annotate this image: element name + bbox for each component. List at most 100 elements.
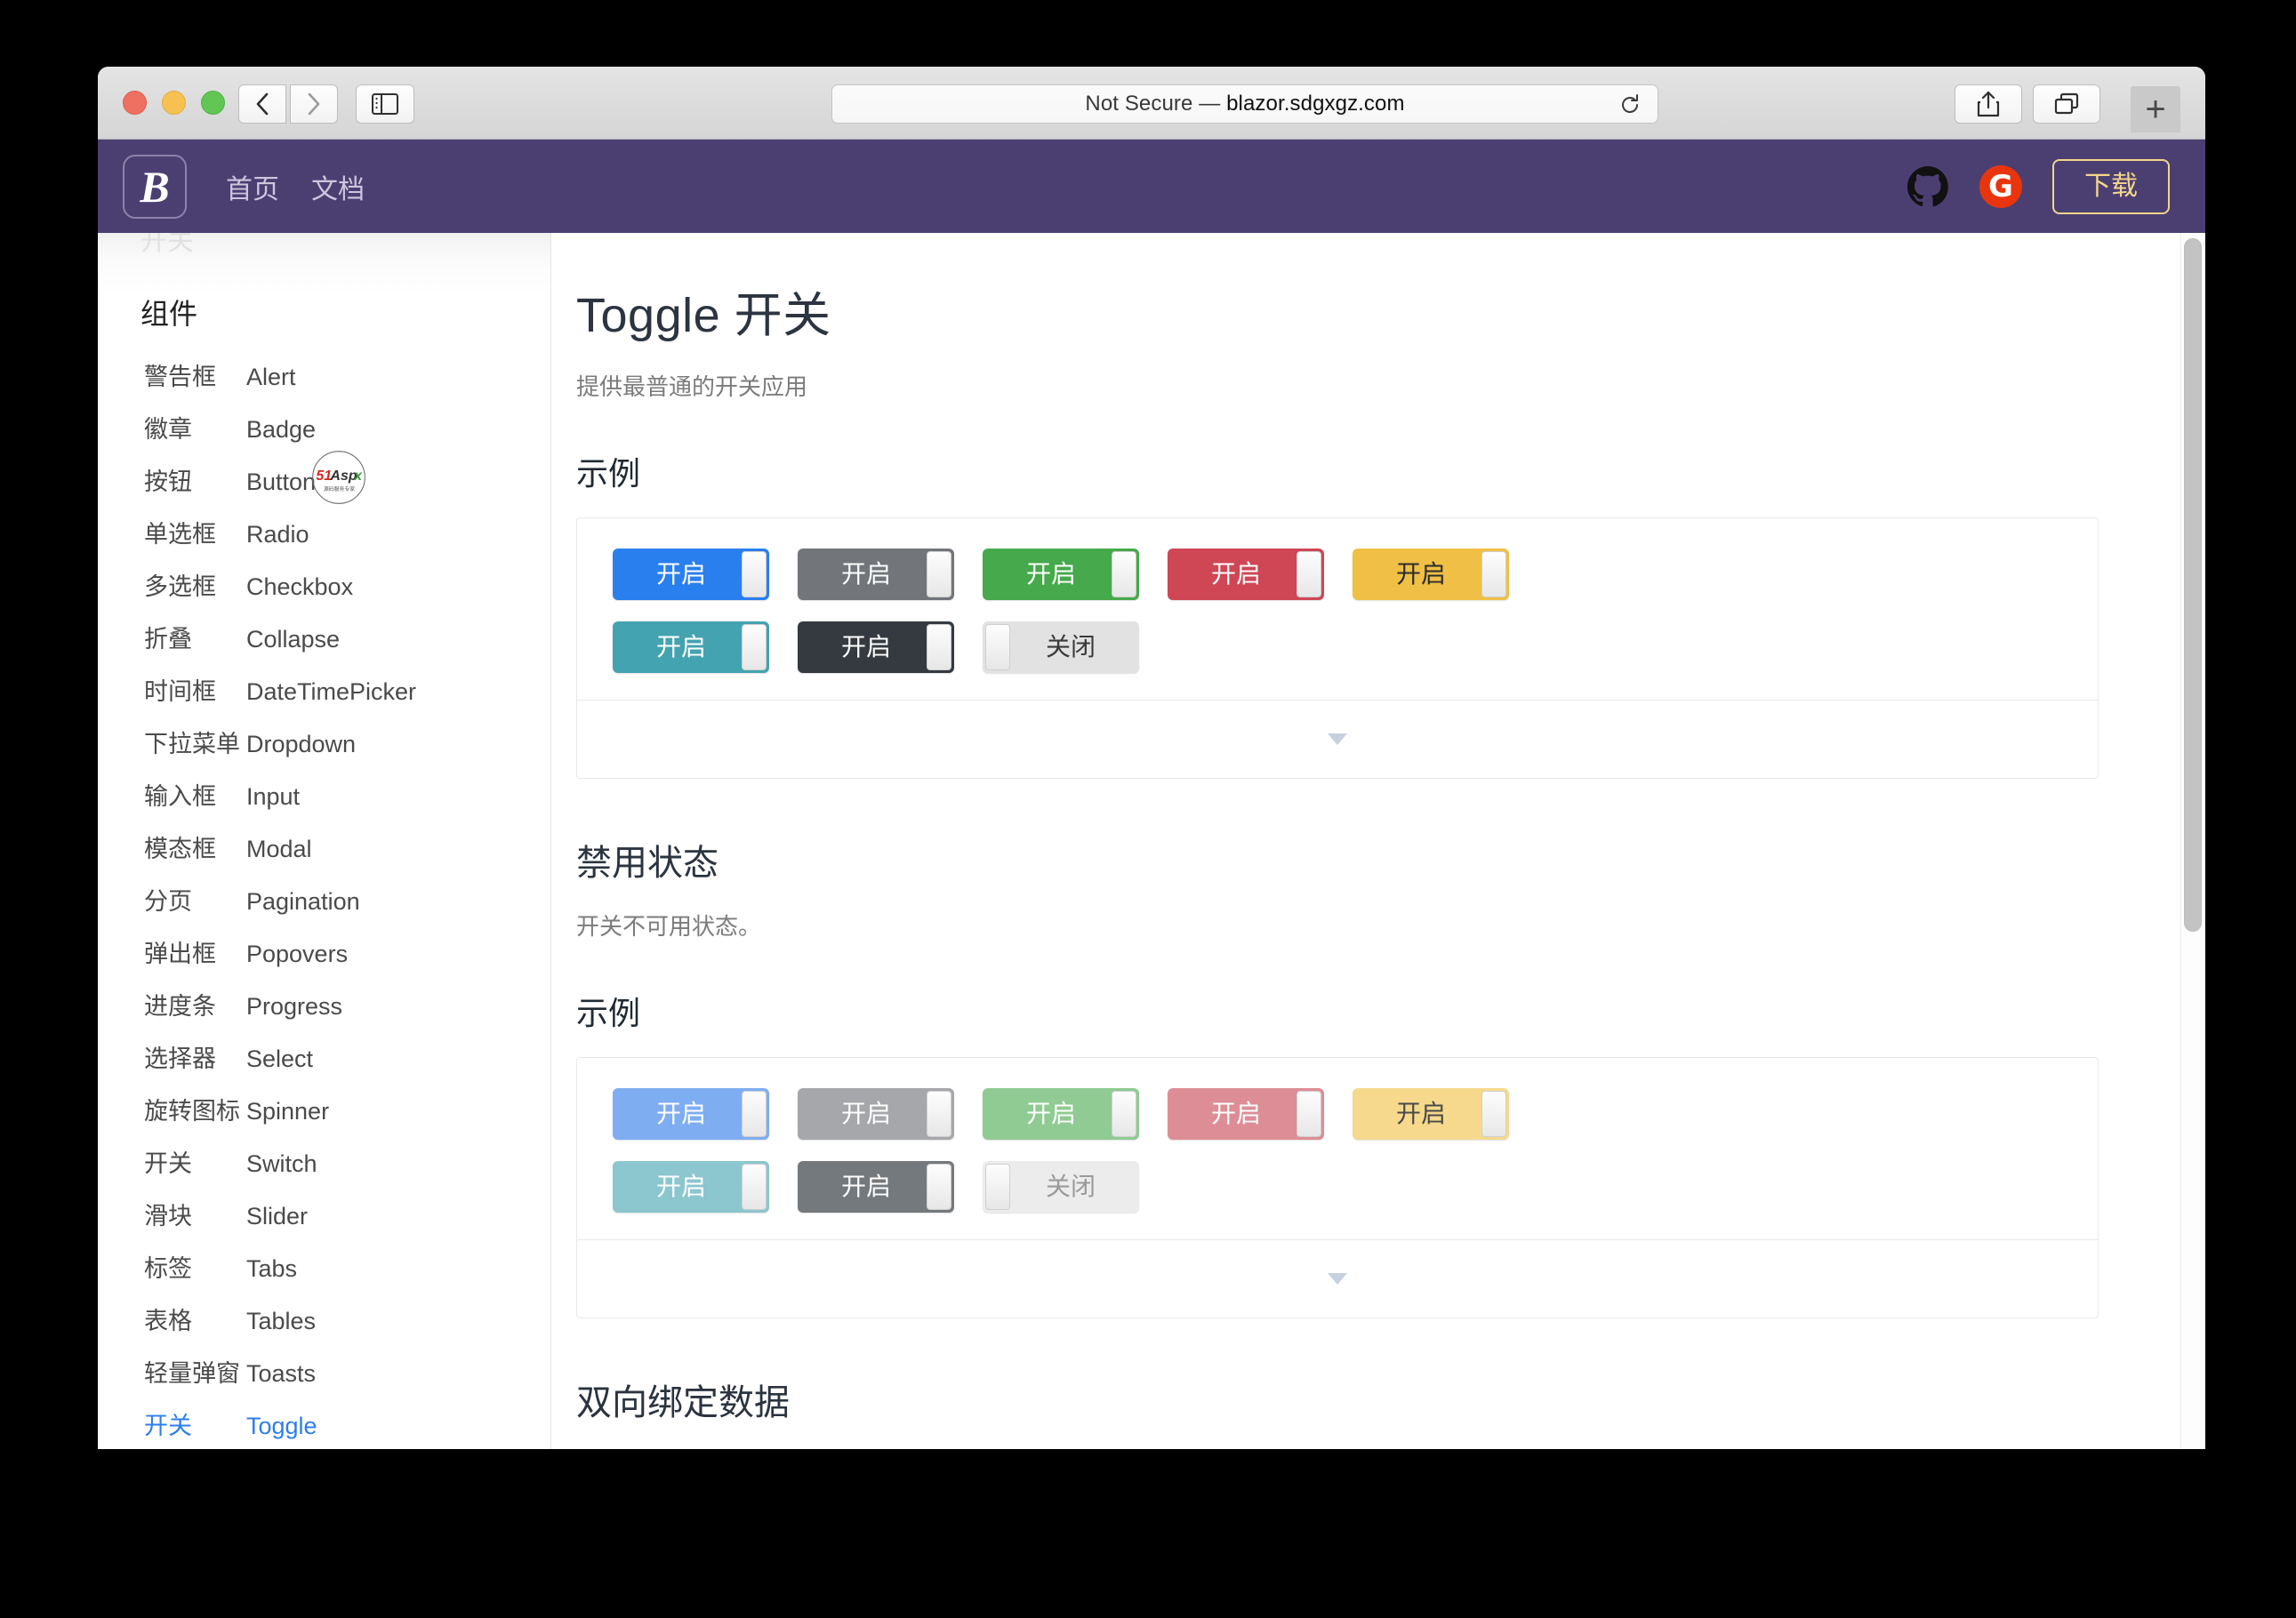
address-bar[interactable]: Not Secure — blazor.sdgxgz.com bbox=[831, 84, 1658, 124]
toggle-switch-knob[interactable] bbox=[1481, 551, 1506, 597]
toggle-switch-knob[interactable] bbox=[985, 624, 1010, 670]
sidebar-item-dropdown[interactable]: 下拉菜单 Dropdown bbox=[98, 725, 550, 777]
toggle-switch-knob[interactable] bbox=[1112, 1091, 1136, 1137]
sidebar-item-label-en: Modal bbox=[246, 836, 312, 862]
sidebar-item-label-cn: 单选框 bbox=[144, 521, 216, 548]
toggle-switch-knob[interactable] bbox=[927, 551, 951, 597]
sidebar-item-pagination[interactable]: 分页 Pagination bbox=[98, 882, 550, 934]
reload-icon bbox=[1622, 94, 1638, 113]
site-logo[interactable]: B bbox=[123, 154, 187, 219]
minimize-window-button[interactable] bbox=[162, 91, 186, 115]
navigation-buttons bbox=[238, 84, 338, 124]
toggle-switch-knob[interactable] bbox=[742, 1164, 767, 1210]
sidebar-item-checkbox[interactable]: 多选框 Checkbox bbox=[98, 567, 550, 620]
sidebar-item-label-en: Input bbox=[246, 783, 301, 810]
toggle-switch[interactable]: 开启 bbox=[1353, 1088, 1509, 1140]
site-nav-links: 首页 文档 bbox=[226, 167, 365, 206]
toggle-switch[interactable]: 关闭 bbox=[983, 621, 1139, 673]
toggle-switch-knob[interactable] bbox=[1297, 1091, 1321, 1137]
github-icon[interactable] bbox=[1907, 165, 1949, 208]
disabled-example-panel: 开启 开启 开启 开启 开启 开启 开启 关闭 bbox=[576, 1057, 2099, 1240]
tab-overview-button[interactable] bbox=[2033, 84, 2100, 124]
maximize-window-button[interactable] bbox=[201, 91, 225, 115]
sidebar-item-progress[interactable]: 进度条 Progress bbox=[98, 987, 550, 1039]
sidebar-item-label-cn: 标签 bbox=[144, 1255, 192, 1282]
toggle-switch-knob[interactable] bbox=[1297, 551, 1321, 597]
toggle-switch-knob[interactable] bbox=[742, 551, 767, 597]
toggle-switch[interactable]: 开启 bbox=[798, 621, 954, 673]
share-button[interactable] bbox=[1955, 84, 2022, 124]
toggle-switch[interactable]: 开启 bbox=[983, 549, 1139, 600]
toggle-switch-knob[interactable] bbox=[927, 1164, 951, 1210]
reload-button[interactable] bbox=[1618, 93, 1642, 121]
toggle-switch-knob[interactable] bbox=[1112, 551, 1136, 597]
sidebar-toggle-button[interactable] bbox=[356, 84, 414, 124]
toggle-switch-knob[interactable] bbox=[927, 1091, 951, 1137]
nav-link-home[interactable]: 首页 bbox=[226, 167, 279, 206]
sidebar-item-popovers[interactable]: 弹出框 Popovers bbox=[98, 934, 550, 987]
toggle-switch[interactable]: 开启 bbox=[1168, 549, 1324, 600]
toggle-switch-knob[interactable] bbox=[742, 1091, 767, 1137]
sidebar-item-toasts[interactable]: 轻量弹窗 Toasts bbox=[98, 1354, 550, 1406]
sidebar-item-label-en: DateTimePicker bbox=[246, 678, 417, 705]
sidebar-item-tables[interactable]: 表格 Tables bbox=[98, 1302, 550, 1354]
browser-actions bbox=[1955, 84, 2100, 124]
toggle-switch[interactable]: 关闭 bbox=[983, 1161, 1139, 1213]
toggle-switch[interactable]: 开启 bbox=[613, 1088, 769, 1140]
toggle-switch[interactable]: 开启 bbox=[613, 621, 769, 673]
toggle-switch-knob[interactable] bbox=[927, 624, 951, 670]
sidebar-item-select[interactable]: 选择器 Select bbox=[98, 1039, 550, 1092]
sidebar-item-label-cn: 表格 bbox=[144, 1308, 192, 1334]
sidebar-item-label-cn: 轻量弹窗 bbox=[144, 1360, 240, 1387]
sidebar-item-collapse[interactable]: 折叠 Collapse bbox=[98, 620, 550, 672]
show-code-toggle[interactable] bbox=[576, 701, 2099, 779]
toggle-switch[interactable]: 开启 bbox=[613, 549, 769, 600]
sidebar-item-modal[interactable]: 模态框 Modal bbox=[98, 829, 550, 882]
sidebar-item-label-en: Dropdown bbox=[246, 731, 357, 757]
sidebar-item-label-en: Select bbox=[246, 1045, 314, 1072]
toggle-switch[interactable]: 开启 bbox=[798, 549, 954, 600]
window-controls bbox=[123, 91, 225, 115]
sidebar-item-spinner[interactable]: 旋转图标 Spinner bbox=[98, 1092, 550, 1144]
sidebar-item-input[interactable]: 输入框 Input bbox=[98, 777, 550, 829]
download-button[interactable]: 下载 bbox=[2052, 158, 2170, 214]
toggle-switch[interactable]: 开启 bbox=[983, 1088, 1139, 1140]
docs-sidebar: 开关 组件 警告框 Alert 徽章 Badge 按钮 Button 单选框 Radio 多选框… bbox=[98, 227, 551, 1449]
chevron-down-icon bbox=[1328, 1273, 1347, 1285]
page-scrollbar-thumb[interactable] bbox=[2184, 238, 2202, 932]
toggle-switch-knob[interactable] bbox=[985, 1164, 1010, 1210]
sidebar-item-tabs[interactable]: 标签 Tabs bbox=[98, 1249, 550, 1302]
back-button[interactable] bbox=[238, 84, 286, 124]
new-tab-button[interactable]: + bbox=[2131, 86, 2180, 132]
sidebar-item-badge[interactable]: 徽章 Badge bbox=[98, 410, 550, 462]
disabled-example-heading: 示例 bbox=[576, 995, 641, 1031]
gitee-icon[interactable]: G bbox=[1979, 164, 2022, 208]
toggle-switch-knob[interactable] bbox=[1481, 1091, 1506, 1137]
toggle-switch[interactable]: 开启 bbox=[613, 1161, 769, 1213]
show-code-toggle[interactable] bbox=[576, 1240, 2099, 1318]
sidebar-item-label-en: Alert bbox=[246, 364, 296, 390]
tab-overview-icon bbox=[2054, 92, 2079, 115]
sidebar-item-list: 警告框 Alert 徽章 Badge 按钮 Button 单选框 Radio 多选框 Checkb… bbox=[98, 357, 550, 1449]
forward-button[interactable] bbox=[290, 84, 338, 124]
page-viewport: B 首页 文档 G 下载 开关 组件 警告框 Alert 徽章 Badge 按钮… bbox=[98, 140, 2205, 1449]
address-bar-text: Not Secure — blazor.sdgxgz.com bbox=[1085, 92, 1405, 116]
sidebar-item-slider[interactable]: 滑块 Slider bbox=[98, 1197, 550, 1249]
sidebar-item-switch[interactable]: 开关 Switch bbox=[98, 1144, 550, 1197]
sidebar-item-button[interactable]: 按钮 Button bbox=[98, 462, 550, 515]
toggle-switch[interactable]: 开启 bbox=[1168, 1088, 1324, 1140]
sidebar-item-label-en: Pagination bbox=[246, 888, 360, 915]
sidebar-item-alert[interactable]: 警告框 Alert bbox=[98, 357, 550, 410]
sidebar-item-label-cn: 警告框 bbox=[144, 364, 216, 390]
sidebar-item-radio[interactable]: 单选框 Radio bbox=[98, 515, 550, 567]
toggle-switch-knob[interactable] bbox=[742, 624, 767, 670]
sidebar-item-datetimepicker[interactable]: 时间框 DateTimePicker bbox=[98, 672, 550, 725]
toggle-switch[interactable]: 开启 bbox=[798, 1088, 954, 1140]
nav-link-docs[interactable]: 文档 bbox=[311, 167, 365, 206]
toggle-switch[interactable]: 开启 bbox=[1353, 549, 1509, 600]
sidebar-item-label-cn: 滑块 bbox=[144, 1203, 192, 1230]
close-window-button[interactable] bbox=[123, 91, 147, 115]
toggle-switch[interactable]: 开启 bbox=[798, 1161, 954, 1213]
disabled-section-heading: 禁用状态 bbox=[576, 844, 719, 883]
sidebar-item-toggle[interactable]: 开关 Toggle bbox=[98, 1406, 550, 1449]
